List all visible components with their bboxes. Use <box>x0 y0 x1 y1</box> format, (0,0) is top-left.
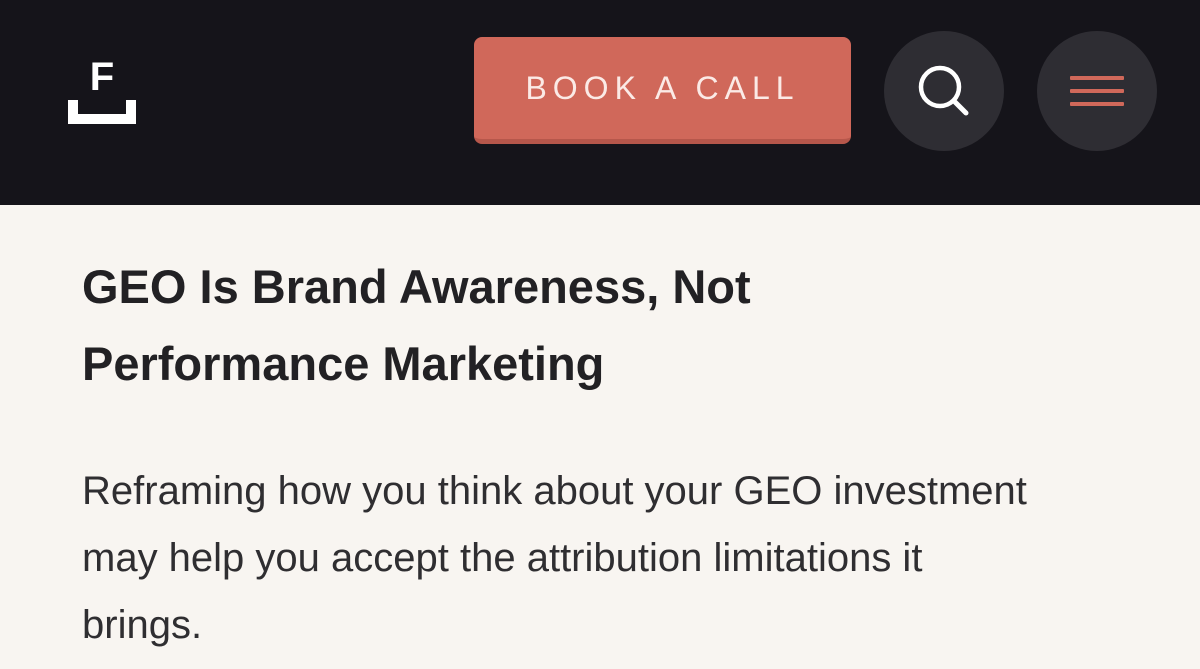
menu-button[interactable] <box>1037 31 1157 151</box>
logo-letter: F <box>90 60 114 99</box>
article-title: GEO Is Brand Awareness, Not Performance … <box>82 260 751 390</box>
search-button[interactable] <box>884 31 1004 151</box>
logo-icon: F <box>68 60 136 124</box>
book-a-call-button[interactable]: BOOK A CALL <box>474 37 851 144</box>
book-a-call-label: BOOK A CALL <box>525 69 800 106</box>
search-icon <box>918 65 969 116</box>
article-subtitle: Reframing how you think about your GEO i… <box>82 469 1027 647</box>
site-logo[interactable]: F <box>66 60 138 126</box>
article-content: GEO Is Brand Awareness, Not Performance … <box>82 205 1142 659</box>
site-header: F BOOK A CALL <box>0 0 1200 205</box>
hamburger-menu-icon <box>1070 76 1124 106</box>
